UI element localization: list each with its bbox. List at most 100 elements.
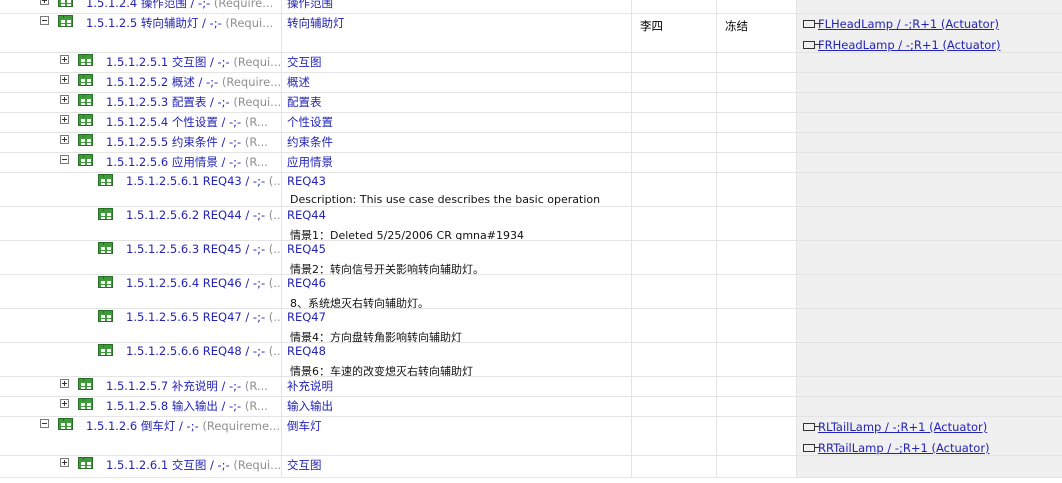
name-cell[interactable]: 1.5.1.2.5.8 输入输出 / -;- (R... [0, 397, 282, 416]
name-cell[interactable]: 1.5.1.2.5 转向辅助灯 / -;- (Requi... [0, 14, 282, 52]
item-name[interactable]: 1.5.1.2.5.6.5 REQ47 / -;- (... [126, 310, 281, 324]
owner-cell[interactable] [632, 0, 717, 13]
tree-row[interactable]: 1.5.1.2.5.6.4 REQ46 / -;- (... REQ46 8、系统熄… [0, 275, 1062, 309]
tree-row[interactable]: 1.5.1.2.6 倒车灯 / -;- (Requireme... 倒车灯 RLTa… [0, 417, 1062, 456]
name-cell[interactable]: 1.5.1.2.5.6 应用情景 / -;- (R... [0, 153, 282, 172]
tree-row[interactable]: 1.5.1.2.5.8 输入输出 / -;- (R... 输入输出 [0, 397, 1062, 417]
text-cell[interactable]: REQ45 情景2：转向信号开关影响转向辅助灯。 [282, 241, 632, 274]
name-cell[interactable]: 1.5.1.2.5.6.5 REQ47 / -;- (... [0, 309, 282, 342]
text-cell[interactable]: 倒车灯 [282, 417, 632, 455]
name-cell[interactable]: 1.5.1.2.5.5 约束条件 / -;- (R... [0, 133, 282, 152]
name-cell[interactable]: 1.5.1.2.4 操作范围 / -;- (Require... [0, 0, 282, 13]
owner-cell[interactable] [632, 417, 717, 455]
owner-cell[interactable] [632, 113, 717, 132]
owner-cell[interactable] [632, 153, 717, 172]
tree-row[interactable]: 1.5.1.2.5.6.5 REQ47 / -;- (... REQ47 情景4：方… [0, 309, 1062, 343]
item-name[interactable]: 1.5.1.2.5.6.1 REQ43 / -;- (... [126, 174, 281, 188]
trace-link[interactable]: FLHeadLamp / -;R+1 (Actuator) [803, 17, 999, 31]
name-cell[interactable]: 1.5.1.2.5.6.6 REQ48 / -;- (... [0, 343, 282, 376]
item-name[interactable]: 1.5.1.2.5.6.3 REQ45 / -;- (... [126, 242, 281, 256]
tree-row[interactable]: 1.5.1.2.5.2 概述 / -;- (Require... 概述 [0, 73, 1062, 93]
item-name[interactable]: 1.5.1.2.5.7 补充说明 / -;- (R... [106, 378, 268, 394]
status-cell[interactable] [717, 397, 797, 416]
expand-icon[interactable] [40, 0, 49, 5]
item-name[interactable]: 1.5.1.2.5.1 交互图 / -;- (Requi... [106, 54, 281, 70]
owner-cell[interactable]: 李四 [632, 14, 717, 52]
status-cell[interactable] [717, 377, 797, 396]
owner-cell[interactable] [632, 93, 717, 112]
status-cell[interactable] [717, 275, 797, 308]
text-cell[interactable]: 应用情景 [282, 153, 632, 172]
status-cell[interactable] [717, 153, 797, 172]
item-name[interactable]: 1.5.1.2.6.1 交互图 / -;- (Requi... [106, 457, 281, 473]
status-cell[interactable] [717, 93, 797, 112]
tree-row[interactable]: 1.5.1.2.5.6.3 REQ45 / -;- (... REQ45 情景2：转… [0, 241, 1062, 275]
status-cell[interactable] [717, 456, 797, 477]
expand-icon[interactable] [60, 458, 69, 467]
owner-cell[interactable] [632, 275, 717, 308]
tree-row[interactable]: 1.5.1.2.5.3 配置表 / -;- (Requi... 配置表 [0, 93, 1062, 113]
status-cell[interactable]: 冻结 [717, 14, 797, 52]
owner-cell[interactable] [632, 173, 717, 206]
item-name[interactable]: 1.5.1.2.5.8 输入输出 / -;- (R... [106, 398, 268, 414]
text-cell[interactable]: REQ48 情景6：车速的改变熄灭右转向辅助灯 [282, 343, 632, 376]
text-cell[interactable]: REQ47 情景4：方向盘转角影响转向辅助灯 [282, 309, 632, 342]
tree-row[interactable]: 1.5.1.2.5 转向辅助灯 / -;- (Requi... 转向辅助灯 李四 冻结… [0, 14, 1062, 53]
owner-cell[interactable] [632, 377, 717, 396]
tree-row[interactable]: 1.5.1.2.4 操作范围 / -;- (Require... 操作范围 [0, 0, 1062, 14]
expand-icon[interactable] [60, 399, 69, 408]
name-cell[interactable]: 1.5.1.2.5.6.1 REQ43 / -;- (... [0, 173, 282, 206]
status-cell[interactable] [717, 173, 797, 206]
collapse-icon[interactable] [60, 155, 69, 164]
text-cell[interactable]: REQ46 8、系统熄灭右转向辅助灯。 [282, 275, 632, 308]
owner-cell[interactable] [632, 343, 717, 376]
name-cell[interactable]: 1.5.1.2.5.3 配置表 / -;- (Requi... [0, 93, 282, 112]
status-cell[interactable] [717, 53, 797, 72]
owner-cell[interactable] [632, 133, 717, 152]
owner-cell[interactable] [632, 207, 717, 240]
item-name[interactable]: 1.5.1.2.5.2 概述 / -;- (Require... [106, 74, 281, 90]
text-cell[interactable]: 输入输出 [282, 397, 632, 416]
name-cell[interactable]: 1.5.1.2.5.6.2 REQ44 / -;- (... [0, 207, 282, 240]
collapse-icon[interactable] [40, 16, 49, 25]
text-cell[interactable]: 交互图 [282, 456, 632, 477]
owner-cell[interactable] [632, 456, 717, 477]
owner-cell[interactable] [632, 397, 717, 416]
text-cell[interactable]: REQ43 Description: This use case describe… [282, 173, 632, 206]
item-name[interactable]: 1.5.1.2.4 操作范围 / -;- (Require... [86, 0, 273, 11]
name-cell[interactable]: 1.5.1.2.5.4 个性设置 / -;- (R... [0, 113, 282, 132]
tree-row[interactable]: 1.5.1.2.5.1 交互图 / -;- (Requi... 交互图 [0, 53, 1062, 73]
status-cell[interactable] [717, 241, 797, 274]
trace-link[interactable]: RRTailLamp / -;R+1 (Actuator) [803, 441, 990, 455]
owner-cell[interactable] [632, 73, 717, 92]
item-name[interactable]: 1.5.1.2.5.6.4 REQ46 / -;- (... [126, 276, 281, 290]
text-cell[interactable]: 转向辅助灯 [282, 14, 632, 52]
tree-row[interactable]: 1.5.1.2.6.1 交互图 / -;- (Requi... 交互图 [0, 456, 1062, 478]
status-cell[interactable] [717, 207, 797, 240]
status-cell[interactable] [717, 73, 797, 92]
text-cell[interactable]: 概述 [282, 73, 632, 92]
collapse-icon[interactable] [40, 419, 49, 428]
trace-link[interactable]: FRHeadLamp / -;R+1 (Actuator) [803, 38, 1001, 52]
tree-row[interactable]: 1.5.1.2.5.4 个性设置 / -;- (R... 个性设置 [0, 113, 1062, 133]
item-name[interactable]: 1.5.1.2.6 倒车灯 / -;- (Requireme... [86, 418, 280, 434]
name-cell[interactable]: 1.5.1.2.5.6.4 REQ46 / -;- (... [0, 275, 282, 308]
owner-cell[interactable] [632, 241, 717, 274]
status-cell[interactable] [717, 417, 797, 455]
tree-row[interactable]: 1.5.1.2.5.5 约束条件 / -;- (R... 约束条件 [0, 133, 1062, 153]
tree-row[interactable]: 1.5.1.2.5.6.2 REQ44 / -;- (... REQ44 情景1：D… [0, 207, 1062, 241]
expand-icon[interactable] [60, 55, 69, 64]
item-name[interactable]: 1.5.1.2.5.3 配置表 / -;- (Requi... [106, 94, 281, 110]
owner-cell[interactable] [632, 53, 717, 72]
status-cell[interactable] [717, 309, 797, 342]
expand-icon[interactable] [60, 379, 69, 388]
expand-icon[interactable] [60, 95, 69, 104]
name-cell[interactable]: 1.5.1.2.6.1 交互图 / -;- (Requi... [0, 456, 282, 477]
tree-row[interactable]: 1.5.1.2.5.7 补充说明 / -;- (R... 补充说明 [0, 377, 1062, 397]
owner-cell[interactable] [632, 309, 717, 342]
text-cell[interactable]: 约束条件 [282, 133, 632, 152]
text-cell[interactable]: 交互图 [282, 53, 632, 72]
text-cell[interactable]: 操作范围 [282, 0, 632, 13]
name-cell[interactable]: 1.5.1.2.5.6.3 REQ45 / -;- (... [0, 241, 282, 274]
item-name[interactable]: 1.5.1.2.5.5 约束条件 / -;- (R... [106, 134, 268, 150]
